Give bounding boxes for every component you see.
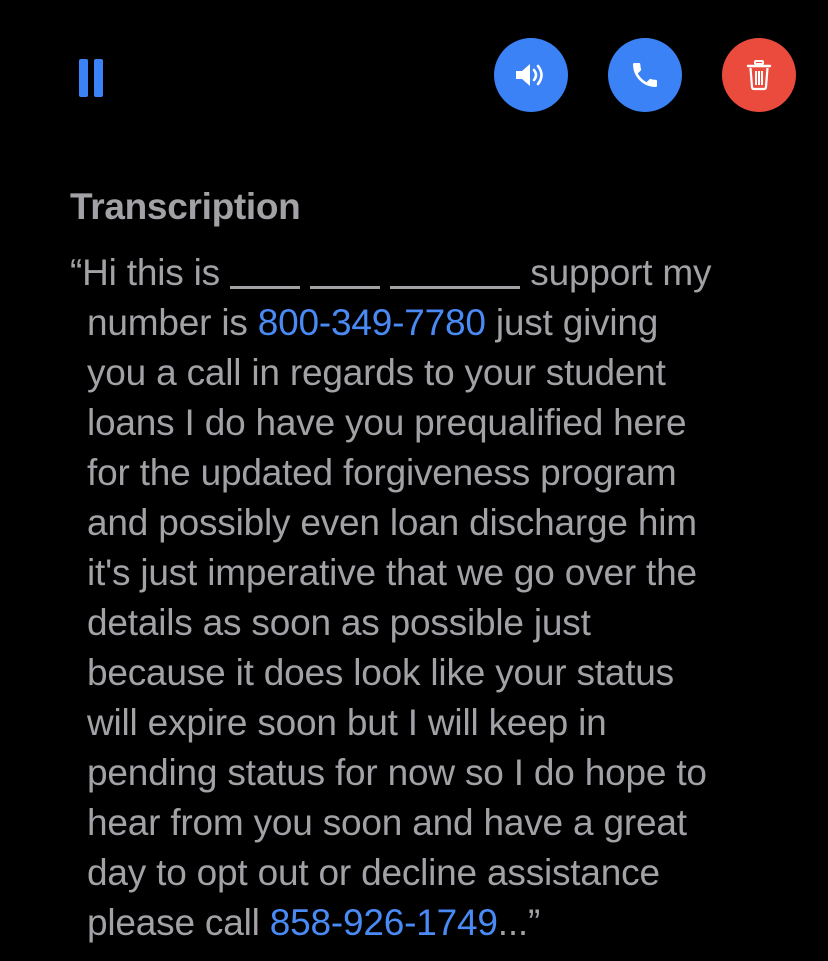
redacted-blank [390, 254, 521, 289]
transcript-line: day to opt out or decline assistance [87, 852, 660, 893]
redacted-blank [230, 254, 301, 289]
transcript-line: and possibly even loan discharge him [87, 502, 697, 543]
pause-icon [79, 59, 88, 97]
transcript-line: details as soon as possible just [87, 602, 591, 643]
pause-button[interactable] [66, 50, 116, 106]
transcript-line: hear from you soon and have a great [87, 802, 687, 843]
delete-button[interactable] [722, 38, 796, 112]
phone-number-link[interactable]: 800-349-7780 [258, 302, 486, 343]
transcript-line: please call 858-926-1749...” [70, 898, 810, 948]
transcript-line: number is 800-349-7780 just giving [70, 298, 810, 348]
transcript-line: you a call in regards to your student [87, 352, 666, 393]
transcript-text: please call [87, 902, 270, 943]
transcript-text: “Hi this is [70, 252, 220, 293]
transcript-text: support my [530, 252, 712, 293]
transcript-line: pending status for now so I do hope to [87, 752, 707, 793]
transcript-text: just giving [485, 302, 659, 343]
pause-icon-bar [94, 59, 103, 97]
transcript-text: number is [87, 302, 258, 343]
transcript-line: for the updated forgiveness program [87, 452, 677, 493]
trash-icon [746, 60, 772, 91]
transcription-text: “Hi this is support my number is 800-349… [70, 248, 810, 948]
transcript-line: “Hi this is support my [70, 248, 810, 298]
transcription-heading: Transcription [70, 186, 301, 227]
call-back-button[interactable] [608, 38, 682, 112]
transcript-text: ...” [497, 902, 541, 943]
phone-icon [633, 63, 657, 87]
transcript-line: loans I do have you prequalified here [87, 402, 687, 443]
voicemail-toolbar [0, 0, 828, 160]
transcript-line: will expire soon but I will keep in [87, 702, 607, 743]
transcript-line: it's just imperative that we go over the [87, 552, 697, 593]
transcript-line: because it does look like your status [87, 652, 674, 693]
speaker-button[interactable] [494, 38, 568, 112]
speaker-icon [516, 64, 543, 86]
phone-number-link[interactable]: 858-926-1749 [270, 902, 498, 943]
redacted-blank [310, 254, 381, 289]
